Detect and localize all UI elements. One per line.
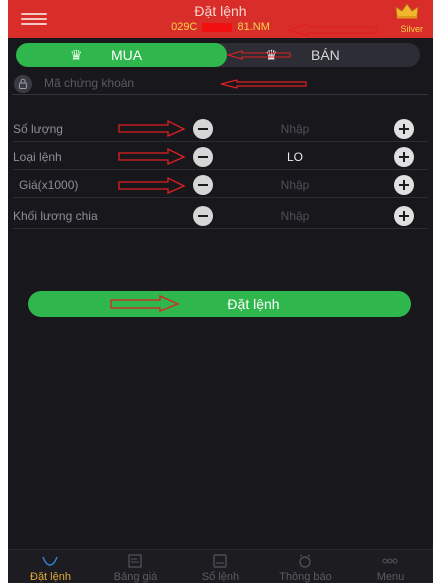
nav-label-menu: Menu [376, 571, 405, 583]
tier-badge: Silver [400, 24, 423, 34]
price-board-icon [128, 554, 142, 568]
order-book-icon [213, 554, 227, 568]
nav-item-menu[interactable]: Menu [348, 550, 433, 583]
place-order-button[interactable]: Đặt lệnh [28, 291, 411, 317]
split-volume-input[interactable]: Nhập [245, 209, 345, 223]
buy-sell-toggle: ♛ MUA ♛ BÁN [16, 43, 420, 67]
nav-item-price-board[interactable]: Bảng giá [93, 550, 178, 583]
nav-label-price-board: Bảng giá [113, 571, 158, 583]
quantity-row: Số lượng Nhập [13, 117, 428, 142]
order-icon [42, 556, 58, 566]
split-volume-row: Khối lương chia Nhập [13, 204, 428, 229]
price-row: Giá(x1000) Nhập [13, 173, 428, 198]
symbol-field-row [12, 73, 428, 95]
quantity-label: Số lượng [13, 122, 63, 136]
lock-icon [14, 75, 32, 93]
app-header: Đặt lệnh 029C 81.NM Silver [8, 0, 433, 38]
order-screen: Đặt lệnh 029C 81.NM Silver ♛ MUA ♛ BÁN M… [8, 0, 433, 583]
price-input[interactable]: Nhập [245, 178, 345, 192]
order-type-row: Loại lệnh LO [13, 145, 428, 170]
alarm-clock-icon [299, 554, 311, 568]
split-volume-label: Khối lương chia [13, 209, 98, 223]
quantity-minus-button[interactable] [193, 119, 213, 139]
order-type-label: Loại lệnh [13, 150, 62, 164]
sell-crown-icon: ♛ [265, 47, 278, 63]
bottom-navigation: Đặt lệnh Bảng giá Sổ lệnh Thông báo Menu [8, 549, 433, 583]
account-redaction [202, 22, 233, 32]
price-plus-button[interactable] [394, 175, 414, 195]
order-type-minus-button[interactable] [193, 147, 213, 167]
buy-tab-label: MUA [111, 47, 143, 63]
price-label: Giá(x1000) [19, 178, 79, 192]
account-number[interactable]: 029C 81.NM [8, 21, 433, 33]
symbol-input[interactable] [44, 74, 244, 92]
account-prefix: 029C [171, 21, 198, 33]
buy-crown-icon: ♛ [70, 47, 83, 63]
price-minus-button[interactable] [193, 175, 213, 195]
order-type-plus-button[interactable] [394, 147, 414, 167]
sell-tab-label: BÁN [311, 47, 340, 63]
nav-label-order: Đặt lệnh [30, 571, 71, 583]
quantity-input[interactable]: Nhập [245, 122, 345, 136]
crown-icon[interactable] [395, 3, 419, 19]
quantity-plus-button[interactable] [394, 119, 414, 139]
order-type-value[interactable]: LO [245, 150, 345, 164]
nav-item-notifications[interactable]: Thông báo [263, 550, 348, 583]
nav-item-order[interactable]: Đặt lệnh [8, 550, 93, 583]
split-volume-minus-button[interactable] [193, 206, 213, 226]
menu-dots-icon [382, 558, 398, 564]
split-volume-plus-button[interactable] [394, 206, 414, 226]
buy-tab[interactable]: ♛ MUA [16, 43, 227, 67]
nav-label-notifications: Thông báo [279, 571, 332, 583]
account-suffix: 81.NM [237, 21, 270, 33]
nav-label-order-book: Sổ lệnh [201, 571, 240, 583]
sell-tab[interactable]: ♛ BÁN [227, 43, 420, 67]
nav-item-order-book[interactable]: Sổ lệnh [178, 550, 263, 583]
page-title: Đặt lệnh [194, 3, 247, 19]
